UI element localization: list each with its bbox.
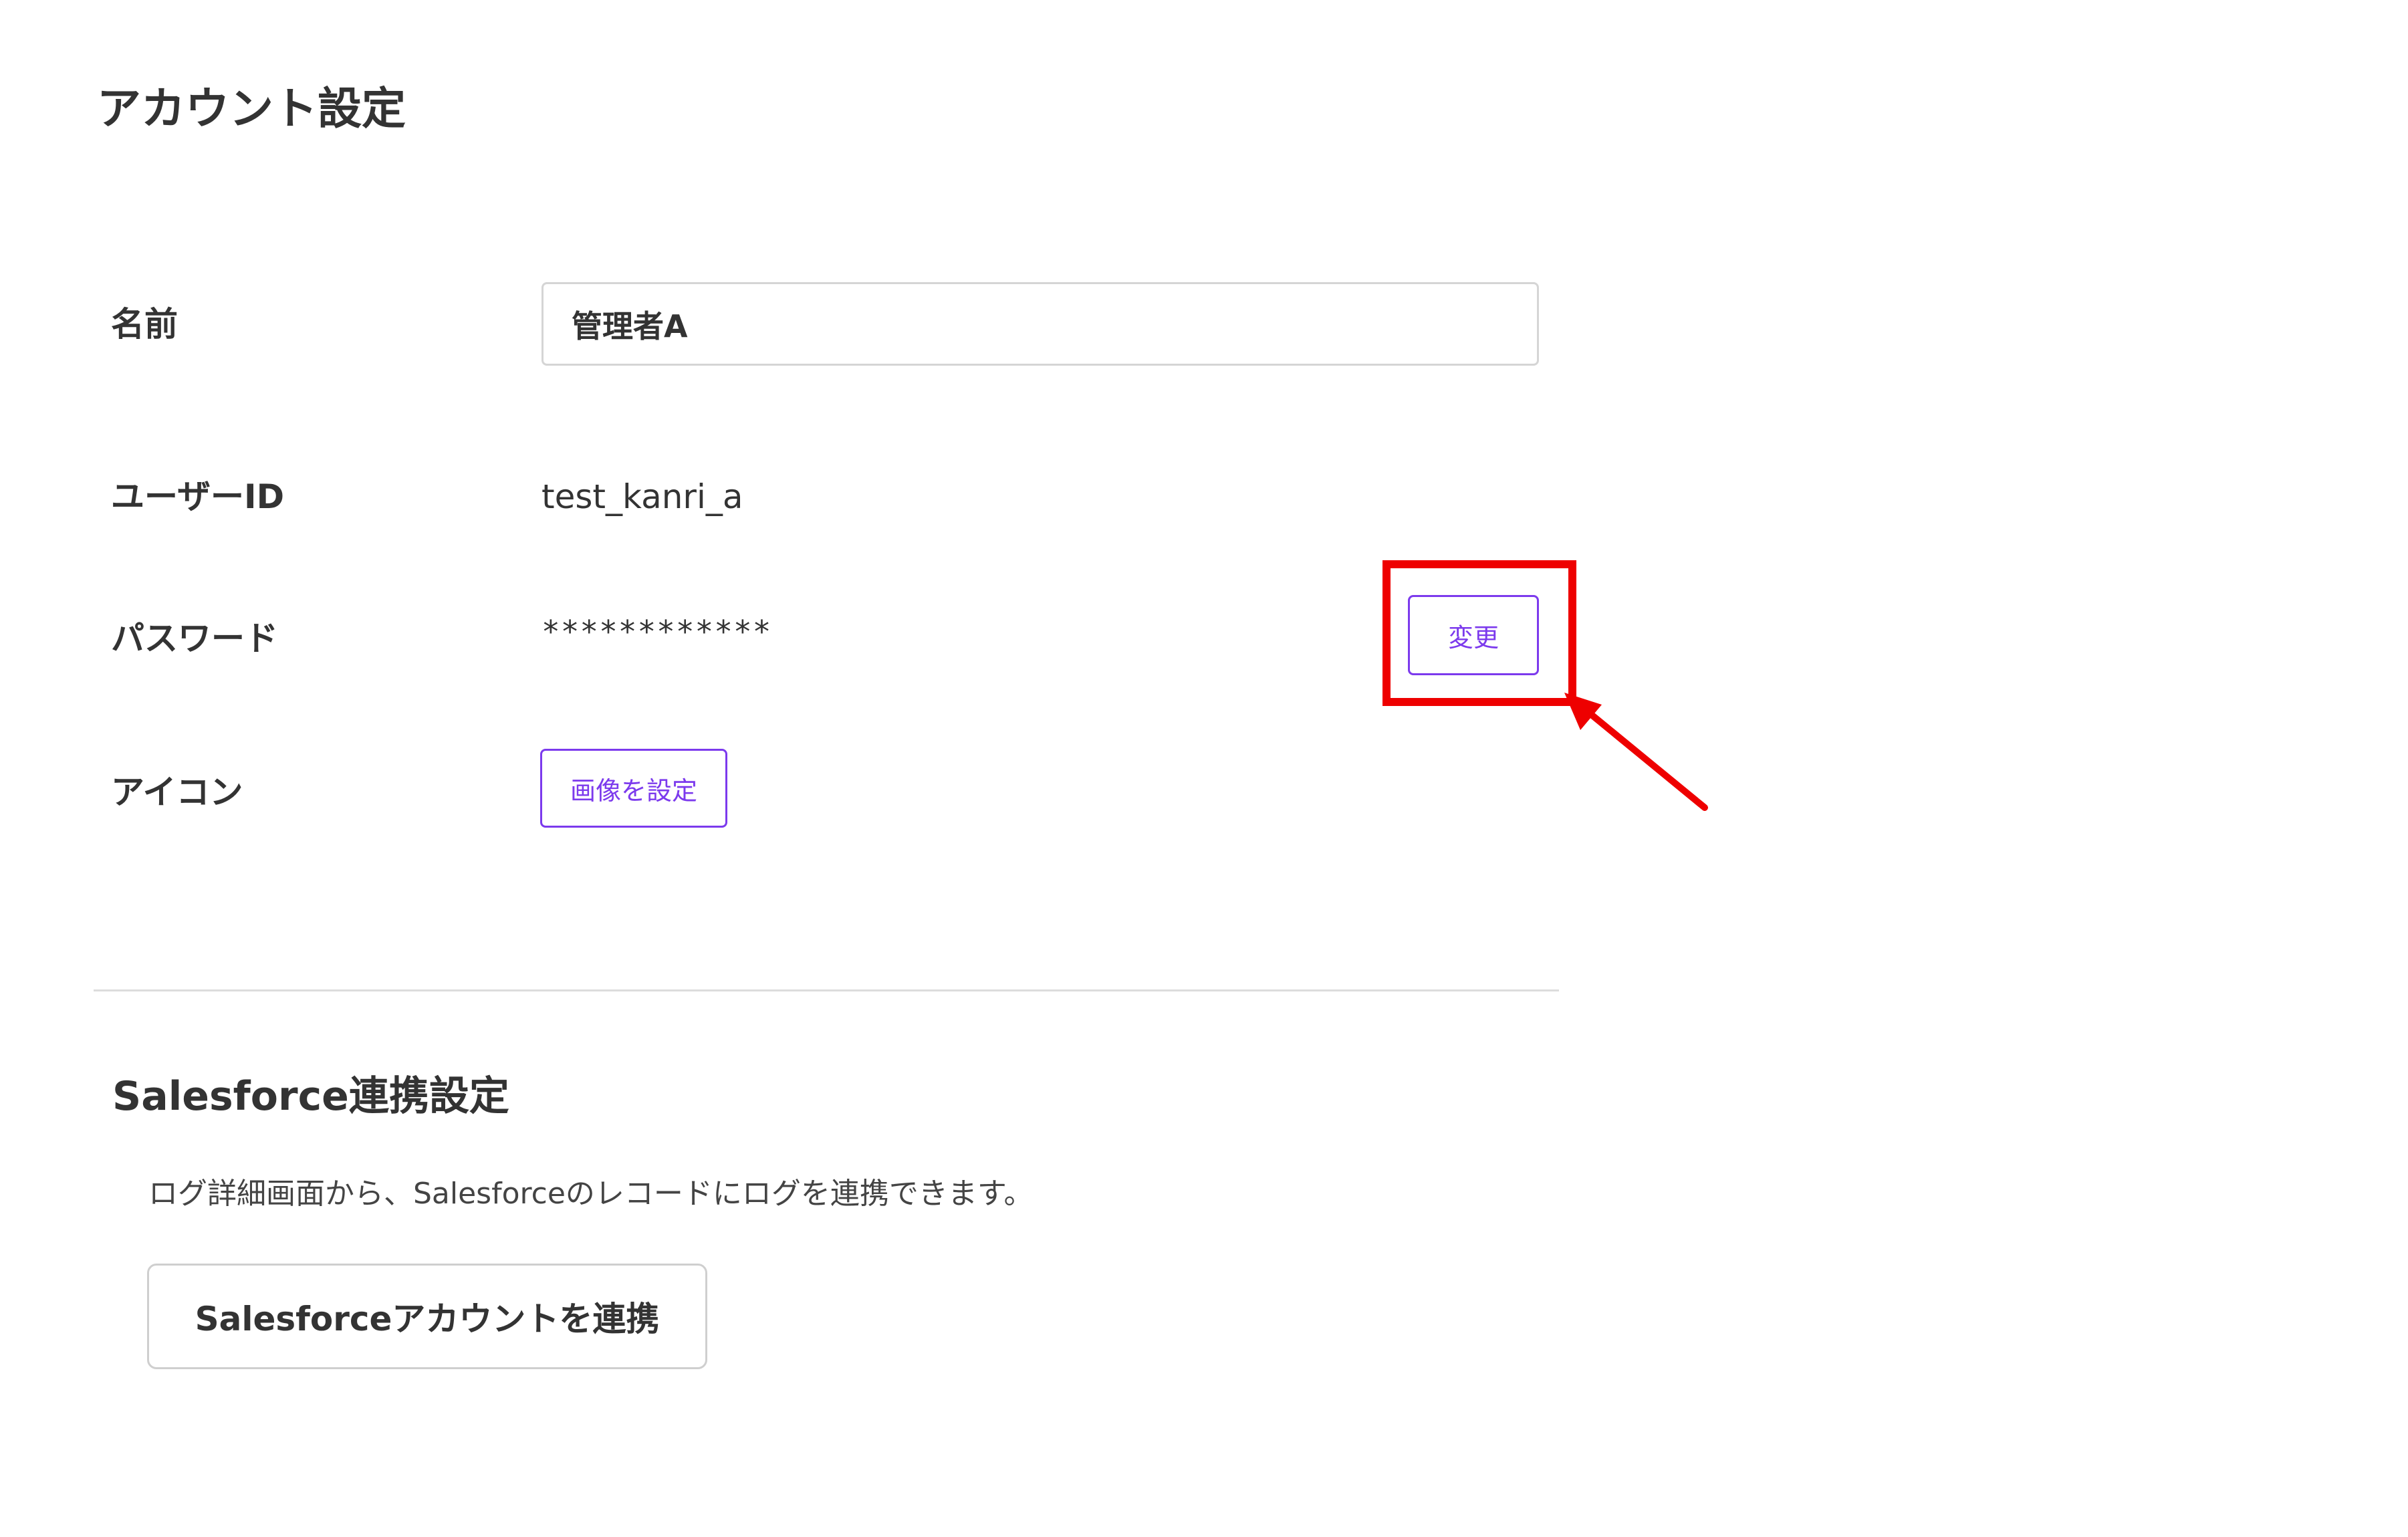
change-password-button[interactable]: 変更 [1408,595,1539,675]
section-divider [94,989,1559,991]
salesforce-description: ログ詳細画面から、Salesforceのレコードにログを連携できます。 [148,1177,1034,1211]
password-label: パスワード [111,619,278,658]
set-image-button[interactable]: 画像を設定 [540,749,727,828]
arrow-icon [1564,693,1708,811]
name-label: 名前 [111,305,178,344]
userid-label: ユーザーID [111,477,285,516]
password-value: ************ [541,614,772,650]
userid-value: test_kanri_a [541,477,743,516]
icon-label: アイコン [111,773,243,812]
salesforce-section-title: Salesforce連携設定 [112,1073,509,1120]
salesforce-connect-button[interactable]: Salesforceアカウントを連携 [147,1264,707,1369]
name-input[interactable] [541,282,1539,366]
page-title: アカウント設定 [97,83,406,134]
